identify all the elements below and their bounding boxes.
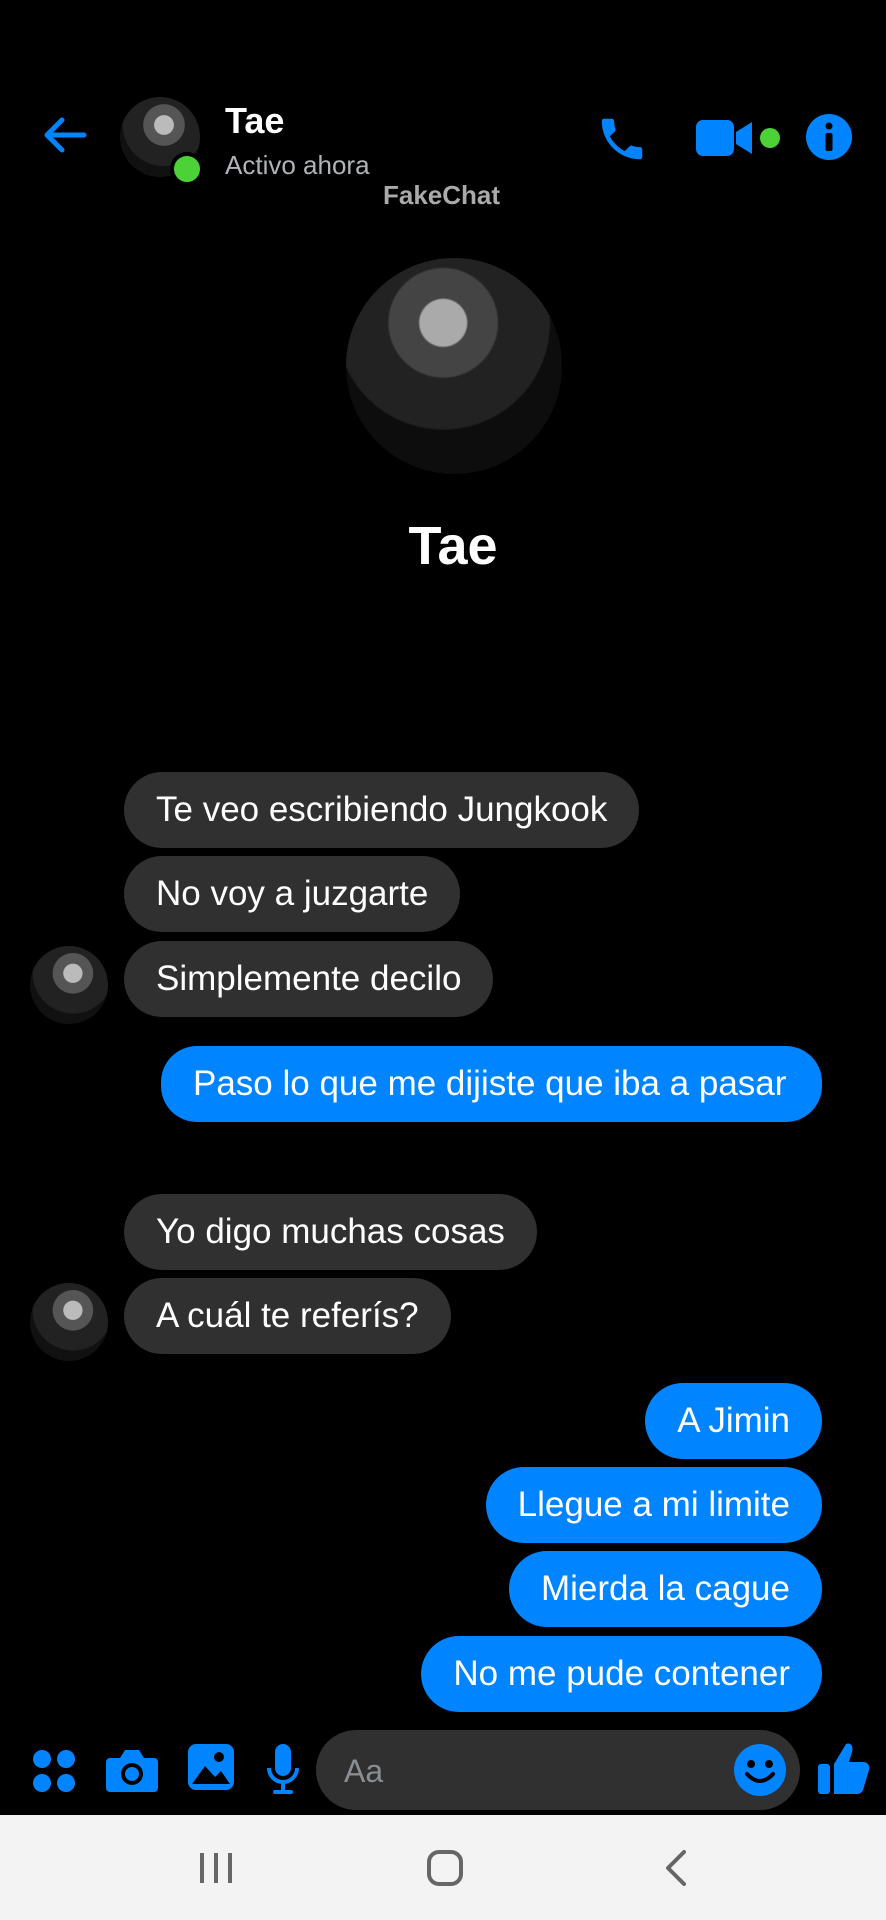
message-sent[interactable]: Llegue a mi limite — [485, 1467, 822, 1543]
phone-icon[interactable] — [595, 112, 649, 166]
message-sent[interactable]: Mierda la cague — [508, 1551, 822, 1627]
profile-avatar[interactable] — [346, 258, 562, 474]
smiley-icon[interactable] — [730, 1740, 790, 1800]
info-icon[interactable] — [805, 113, 853, 161]
four-dots-icon[interactable] — [30, 1747, 78, 1795]
back-nav-icon[interactable] — [646, 1843, 706, 1893]
profile-name: Tae — [408, 516, 498, 576]
microphone-icon[interactable] — [266, 1744, 300, 1796]
message-input-container — [316, 1730, 800, 1810]
message-received[interactable]: Te veo escribiendo Jungkook — [124, 772, 640, 848]
video-camera-icon[interactable] — [696, 118, 754, 158]
message-received[interactable]: A cuál te referís? — [124, 1278, 451, 1354]
home-icon[interactable] — [415, 1843, 475, 1893]
message-received[interactable]: Yo digo muchas cosas — [124, 1194, 537, 1270]
message-avatar[interactable] — [30, 946, 108, 1024]
message-sent[interactable]: A Jimin — [645, 1383, 822, 1459]
camera-icon[interactable] — [106, 1746, 158, 1792]
contact-name[interactable]: Tae — [225, 100, 284, 142]
message-sent[interactable]: No me pude contener — [421, 1636, 822, 1712]
system-navigation-bar — [0, 1815, 886, 1920]
message-avatar[interactable] — [30, 1283, 108, 1361]
thumbs-up-icon[interactable] — [816, 1740, 872, 1796]
message-input[interactable] — [342, 1748, 726, 1794]
back-arrow-icon[interactable] — [40, 110, 90, 160]
message-sent[interactable]: Paso lo que me dijiste que iba a pasar — [161, 1046, 822, 1122]
video-online-dot — [760, 128, 780, 148]
contact-status: Activo ahora — [225, 150, 370, 180]
recent-apps-icon[interactable] — [186, 1843, 246, 1893]
image-icon[interactable] — [188, 1744, 234, 1790]
chat-header: Tae Activo ahora FakeChat — [0, 0, 886, 210]
message-received[interactable]: No voy a juzgarte — [124, 856, 461, 932]
watermark: FakeChat — [383, 180, 501, 210]
message-received[interactable]: Simplemente decilo — [124, 941, 494, 1017]
online-indicator — [170, 152, 204, 186]
